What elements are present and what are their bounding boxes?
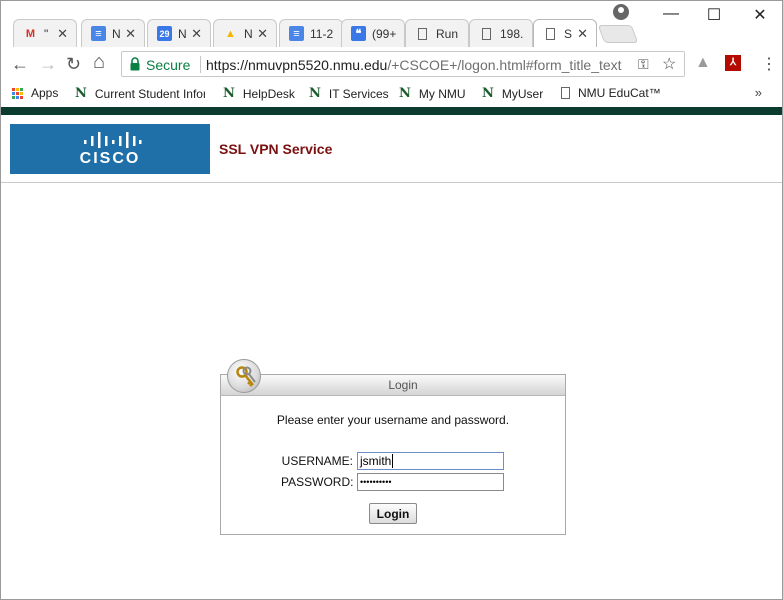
menu-icon[interactable]: ⋮ [761, 54, 777, 74]
close-icon[interactable]: ✕ [125, 26, 136, 42]
tab-198[interactable]: 198. [469, 19, 533, 47]
minimize-button[interactable]: — [656, 5, 686, 23]
close-icon[interactable]: ✕ [577, 26, 588, 42]
browser-toolbar: ← → ↻ ⌂ Secure https://nmuvpn5520.nmu.ed… [1, 47, 782, 81]
url-text[interactable]: https://nmuvpn5520.nmu.edu/+CSCOE+/logon… [206, 57, 622, 73]
bookmarks-overflow-icon[interactable]: » [755, 85, 762, 100]
tab-title: 198. [500, 27, 524, 41]
tab-title: N [178, 27, 187, 41]
drive-extension-icon[interactable]: ▲ [695, 54, 711, 72]
password-input[interactable]: •••••••••• [357, 473, 504, 491]
cisco-wordmark: CISCO [79, 150, 141, 167]
nmu-icon: N [309, 86, 321, 101]
bookmark-current-student-info[interactable]: N Current Student Infor [75, 86, 205, 101]
page-icon [543, 26, 558, 41]
tab-active-ssl-vpn[interactable]: S ✕ [533, 19, 597, 47]
bookmark-label: HelpDesk [242, 86, 295, 101]
text-caret [392, 454, 393, 468]
nmu-icon: N [223, 86, 235, 101]
address-bar[interactable]: Secure https://nmuvpn5520.nmu.edu/+CSCOE… [121, 51, 685, 77]
password-label: PASSWORD: [281, 475, 354, 489]
tab-title: " [44, 27, 49, 41]
home-icon[interactable]: ⌂ [93, 52, 105, 72]
chat-icon: ❝ [351, 26, 366, 41]
close-icon[interactable]: ✕ [191, 26, 202, 42]
username-label: USERNAME: [281, 454, 353, 468]
forward-icon[interactable]: → [39, 55, 57, 73]
key-icon[interactable]: ⚿ [638, 56, 649, 73]
username-input[interactable]: jsmith [357, 452, 504, 470]
tab-calendar[interactable]: 29 N ✕ [147, 19, 211, 47]
login-panel: Login Please enter your username and pas… [220, 359, 566, 535]
browser-window: M " ✕ ≡ N ✕ 29 N ✕ ▲ N ✕ ≡ 11-2 ❝ (99+ R… [0, 0, 783, 600]
new-tab-button[interactable] [597, 25, 639, 43]
lock-icon [130, 57, 140, 71]
login-panel-header: Login [221, 375, 565, 396]
bookmarks-bar: Apps N Current Student Infor N HelpDesk … [1, 81, 782, 107]
bookmark-nmu-educat[interactable]: NMU EduCat™ [561, 86, 661, 100]
tab-title: N [244, 27, 253, 41]
bookmark-label: My NMU [418, 86, 466, 101]
close-window-button[interactable]: ✕ [745, 5, 775, 25]
tab-title: Run [436, 27, 459, 41]
bookmark-label: Current Student Infor [94, 86, 205, 101]
page-icon [415, 26, 430, 41]
page-top-strip [1, 107, 782, 115]
nmu-icon: N [399, 86, 411, 101]
back-icon[interactable]: ← [11, 55, 29, 73]
docs-icon: ≡ [289, 26, 304, 41]
drive-icon: ▲ [225, 27, 236, 40]
tab-strip: M " ✕ ≡ N ✕ 29 N ✕ ▲ N ✕ ≡ 11-2 ❝ (99+ R… [1, 1, 782, 47]
secure-label: Secure [146, 57, 191, 73]
bookmark-helpdesk[interactable]: N HelpDesk [223, 86, 295, 101]
tab-title: (99+ [372, 27, 397, 41]
reload-icon[interactable]: ↻ [66, 55, 81, 73]
bookmark-label: IT Services [328, 86, 389, 101]
tab-title: N [112, 27, 121, 41]
bookmark-myuser[interactable]: N MyUser [482, 86, 543, 101]
keys-icon [227, 359, 261, 393]
bookmark-label: Apps [31, 86, 59, 100]
gmail-icon: M [25, 27, 36, 40]
tab-title: 11-2 [310, 27, 334, 41]
tab-gmail[interactable]: M " ✕ [13, 19, 77, 47]
cisco-logo: CISCO [10, 124, 210, 174]
bookmark-apps[interactable]: Apps [12, 86, 58, 100]
page-icon [561, 87, 570, 99]
apps-icon [12, 87, 23, 99]
tab-drive[interactable]: ▲ N ✕ [213, 19, 277, 47]
tab-run[interactable]: Run [405, 19, 469, 47]
tab-title: S [564, 27, 573, 41]
tab-docs-2[interactable]: ≡ 11-2 [279, 19, 343, 47]
account-icon[interactable] [613, 4, 629, 20]
bookmark-label: NMU EduCat™ [578, 86, 661, 100]
page-title: SSL VPN Service [219, 141, 333, 157]
login-instructions: Please enter your username and password. [276, 413, 510, 427]
nmu-icon: N [482, 86, 494, 101]
cisco-bars-icon [84, 132, 142, 148]
bookmark-label: MyUser [501, 86, 544, 101]
bookmark-my-nmu[interactable]: N My NMU [399, 86, 466, 101]
maximize-button[interactable]: ☐ [699, 5, 729, 25]
login-button[interactable]: Login [369, 503, 417, 524]
page-icon [479, 26, 494, 41]
docs-icon: ≡ [91, 26, 106, 41]
pdf-extension-icon[interactable]: ⅄ [725, 55, 741, 71]
close-icon[interactable]: ✕ [57, 26, 68, 42]
divider [200, 56, 201, 73]
tab-docs-1[interactable]: ≡ N ✕ [81, 19, 145, 47]
tab-chat[interactable]: ❝ (99+ [341, 19, 405, 47]
login-title: Login [388, 378, 418, 392]
bookmark-star-icon[interactable]: ☆ [662, 54, 676, 74]
calendar-icon: 29 [157, 26, 172, 41]
close-icon[interactable]: ✕ [257, 26, 268, 42]
bookmark-it-services[interactable]: N IT Services [309, 86, 389, 101]
page-header: CISCO SSL VPN Service [1, 115, 782, 183]
nmu-icon: N [75, 86, 87, 101]
